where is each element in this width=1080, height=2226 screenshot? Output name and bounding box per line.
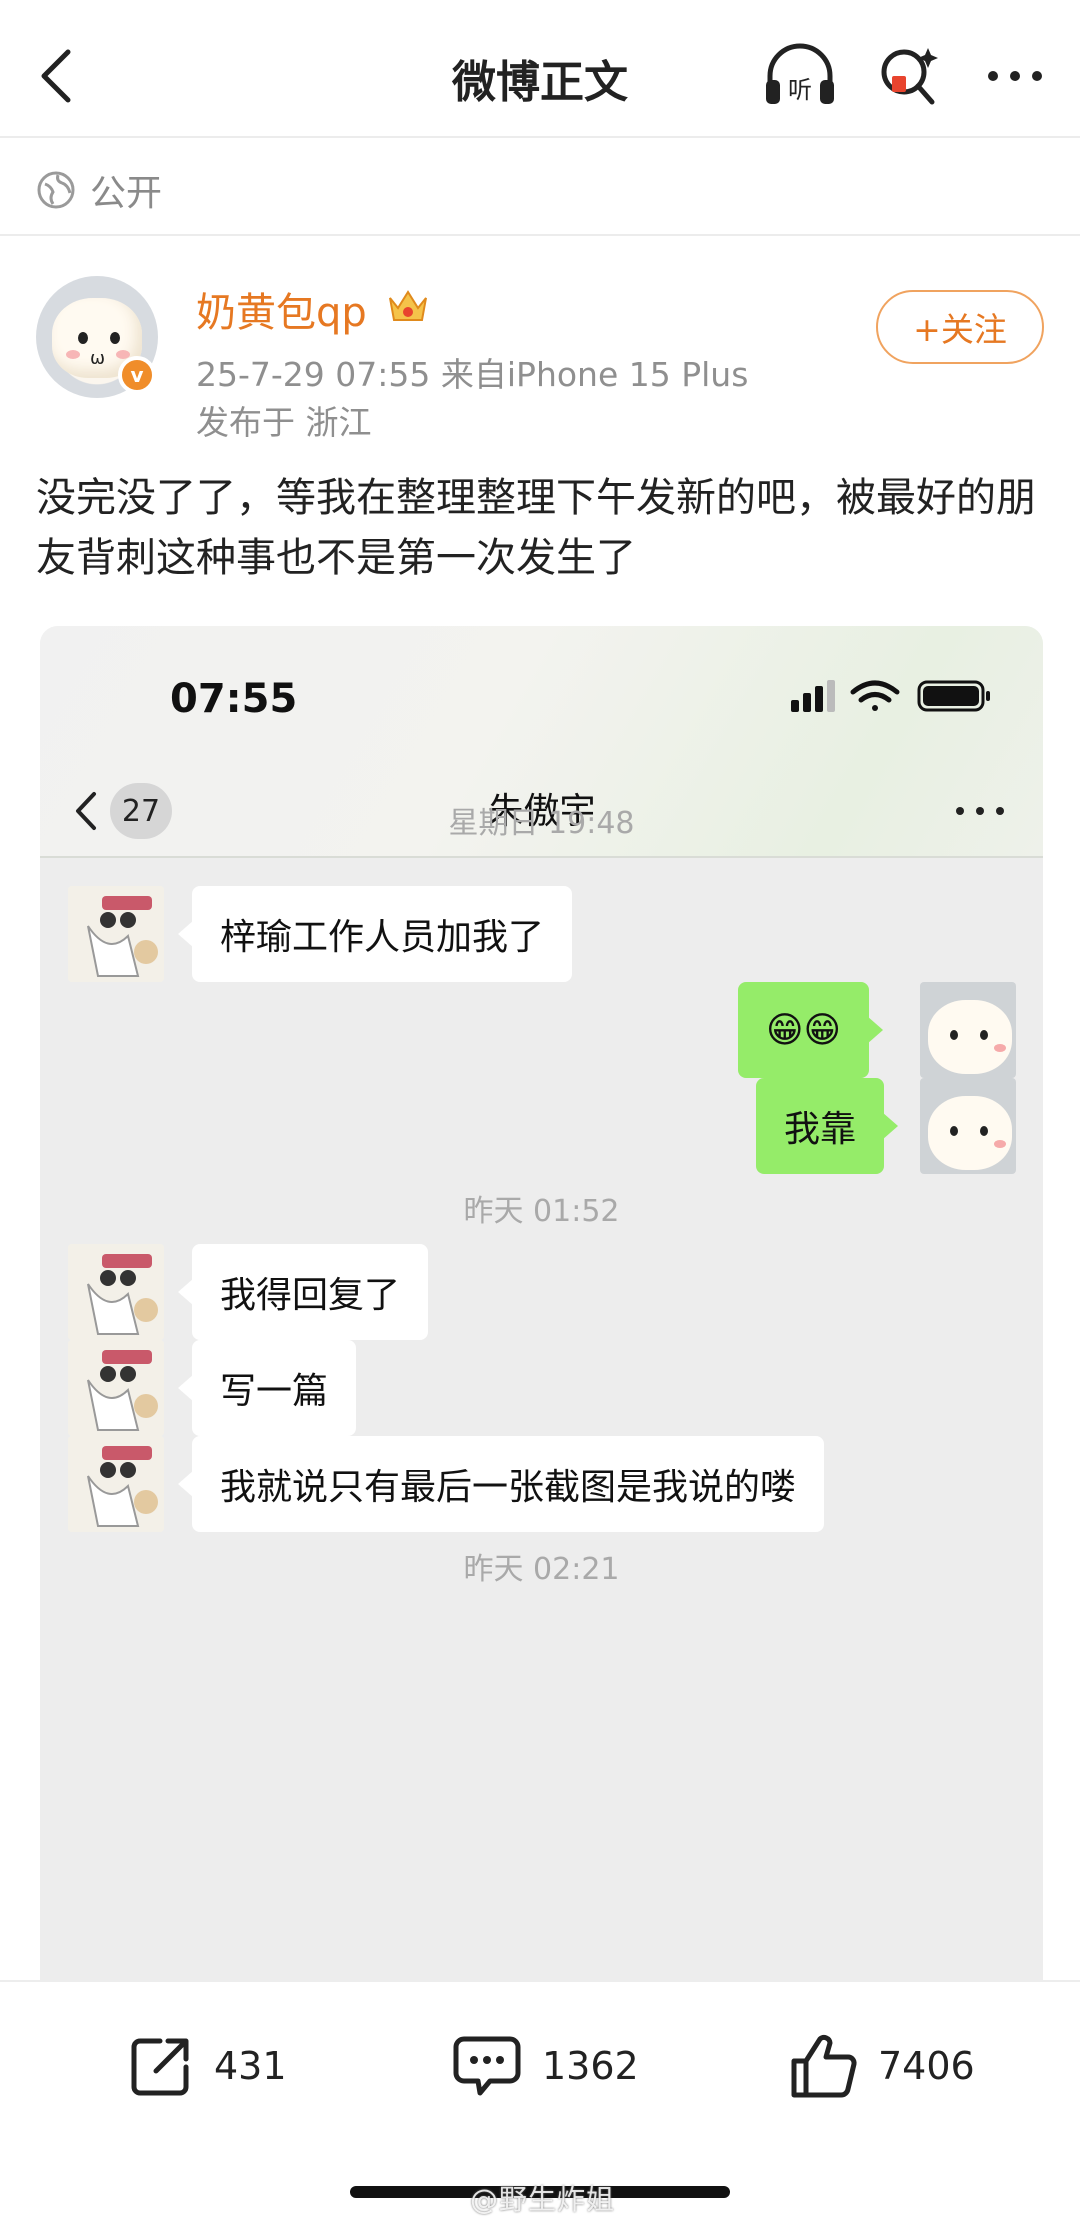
author-name[interactable]: 奶黄包qp	[196, 280, 367, 338]
headphones-icon: 听	[766, 43, 834, 104]
repost-button[interactable]: 431	[126, 2026, 287, 2106]
status-time: 07:55	[170, 676, 298, 722]
repost-icon	[131, 2038, 189, 2096]
post-text: 没完没了了，等我在整理整理下午发新的吧，被最好的朋友背刺这种事也不是第一次发生了	[36, 475, 1036, 581]
chat-bubble-received: 梓瑜工作人员加我了	[177, 886, 573, 982]
contact-avatar[interactable]	[68, 886, 164, 982]
search-button[interactable]	[870, 40, 950, 110]
visibility-label: 公开	[90, 173, 163, 214]
chat-bubble-received: 我就说只有最后一张截图是我说的喽	[177, 1436, 825, 1532]
visibility-row: 公开	[36, 162, 162, 218]
back-icon	[41, 49, 71, 103]
chat-timestamp: 星期日 19:48	[448, 806, 635, 841]
self-avatar[interactable]	[920, 1078, 1016, 1174]
comment-icon	[453, 2036, 521, 2096]
comment-button[interactable]: 1362	[450, 2026, 639, 2106]
listen-label: 听	[788, 76, 812, 104]
wifi-icon	[850, 680, 900, 711]
more-icon	[988, 71, 1042, 81]
divider	[0, 234, 1080, 236]
more-button[interactable]	[975, 40, 1055, 110]
repost-count: 431	[214, 2044, 287, 2088]
back-button[interactable]	[28, 40, 88, 110]
contact-avatar[interactable]	[68, 1436, 164, 1532]
follow-button[interactable]: +关注	[876, 290, 1044, 364]
divider	[40, 856, 1043, 858]
listen-button[interactable]: 听	[760, 40, 840, 110]
contact-avatar[interactable]	[68, 1340, 164, 1436]
contact-avatar[interactable]	[68, 1244, 164, 1340]
chat-bubble-received: 写一篇	[177, 1340, 357, 1436]
globe-icon	[37, 171, 75, 209]
like-icon	[791, 2034, 857, 2098]
status-icons	[791, 680, 990, 712]
top-nav-bar: 微博正文 听	[0, 0, 1080, 138]
self-avatar[interactable]	[920, 982, 1016, 1078]
chat-bubble-sent: 我靠	[756, 1078, 899, 1174]
verified-icon: v	[118, 356, 156, 394]
comment-count: 1362	[542, 2044, 639, 2088]
post-image[interactable]: 07:55 27 朱傲宇 星期日 19:48 梓瑜工作人员加我了 😁😁 我靠 昨…	[40, 626, 1043, 1980]
like-button[interactable]: 7406	[786, 2026, 975, 2106]
signal-icon	[791, 680, 835, 712]
like-count: 7406	[878, 2044, 975, 2088]
crown-icon	[389, 290, 427, 321]
chat-timestamp: 昨天 02:21	[463, 1552, 620, 1587]
chat-timestamp: 昨天 01:52	[463, 1194, 620, 1229]
chat-bubble-sent: 😁😁	[738, 982, 884, 1078]
battery-icon	[917, 680, 990, 712]
post-location: 发布于 浙江	[196, 403, 372, 442]
watermark: @野生炸姐	[470, 2183, 616, 2216]
chat-bubble-received: 我得回复了	[177, 1244, 429, 1340]
divider	[0, 136, 1080, 138]
post-meta: 25-7-29 07:55 来自iPhone 15 Plus	[196, 355, 749, 394]
search-icon	[881, 48, 938, 105]
